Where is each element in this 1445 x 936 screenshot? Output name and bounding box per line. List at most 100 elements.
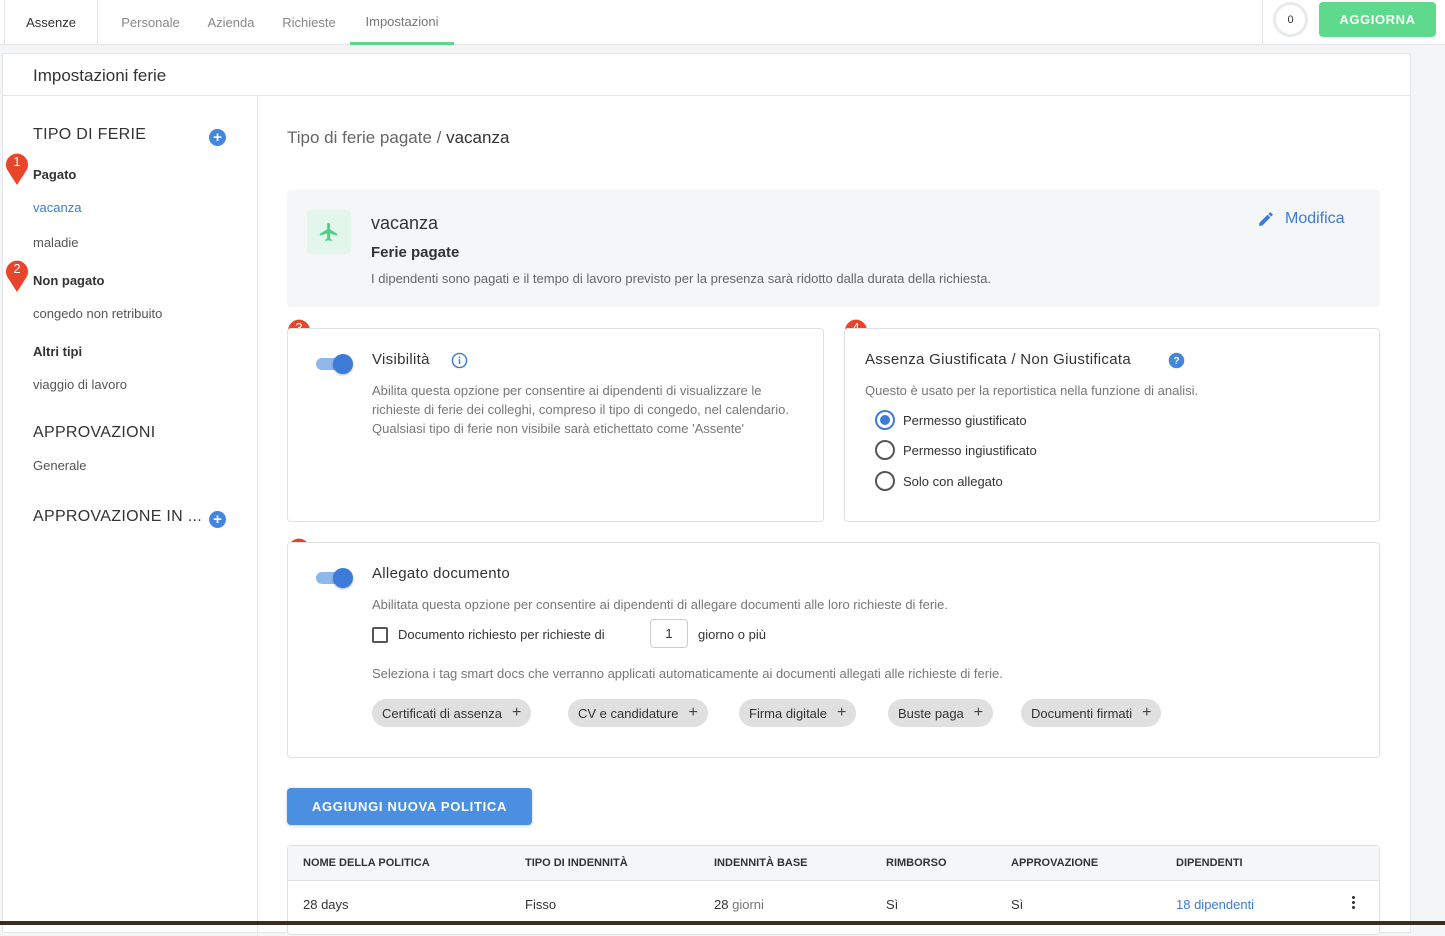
tag-chip[interactable]: Buste paga + xyxy=(888,699,994,727)
info-icon[interactable] xyxy=(451,352,468,369)
breadcrumb-parent: Tipo di ferie pagate / xyxy=(287,128,442,147)
marker-pin-icon: 2 xyxy=(5,258,29,292)
radio-solo-allegato[interactable]: Solo con allegato xyxy=(875,471,1003,491)
airplane-icon xyxy=(307,210,351,254)
radio-permesso-giustificato[interactable]: Permesso giustificato xyxy=(875,410,1027,430)
notification-counter[interactable]: 0 xyxy=(1273,2,1308,37)
more-options-icon[interactable] xyxy=(1351,895,1357,911)
visibility-card: Visibilità Abilita questa opzione per co… xyxy=(287,328,824,522)
breadcrumb: Tipo di ferie pagate / vacanza xyxy=(287,128,509,148)
visibility-title: Visibilità xyxy=(372,351,430,368)
required-document-label: Documento richiesto per richieste di xyxy=(398,627,605,642)
add-leave-type-icon[interactable]: + xyxy=(209,129,226,146)
justification-description: Questo è usato per la reportistica nella… xyxy=(865,383,1199,398)
radio-label: Permesso ingiustificato xyxy=(903,442,1037,458)
attachment-description: Abilitata questa opzione per consentire … xyxy=(372,597,948,612)
edit-label: Modifica xyxy=(1285,210,1345,227)
tag-chip[interactable]: Documenti firmati + xyxy=(1021,699,1162,727)
base-unit: giorni xyxy=(732,897,764,912)
sidebar-section-leave-types: TIPO DI FERIE xyxy=(33,126,147,143)
justification-title: Assenza Giustificata / Non Giustificata xyxy=(865,351,1131,368)
add-policy-button[interactable]: AGGIUNGI NUOVA POLITICA xyxy=(287,788,532,825)
policy-refund: Sì xyxy=(886,897,899,912)
radio-button[interactable] xyxy=(875,410,895,430)
tab-azienda[interactable]: Azienda xyxy=(200,0,262,45)
tag-chip[interactable]: Firma digitale + xyxy=(739,699,857,727)
plus-icon: + xyxy=(511,704,522,721)
policy-name: 28 days xyxy=(303,897,349,912)
column-header[interactable]: APPROVAZIONE xyxy=(1011,857,1098,869)
tag-label: Firma digitale xyxy=(749,705,828,721)
plus-icon: + xyxy=(837,704,847,721)
sidebar-item-maladie[interactable]: maladie xyxy=(33,235,79,250)
pencil-icon xyxy=(1259,212,1273,226)
column-header[interactable]: NOME DELLA POLITICA xyxy=(303,857,430,869)
radio-label: Permesso giustificato xyxy=(903,412,1027,428)
tags-description: Seleziona i tag smart docs che verranno … xyxy=(372,666,1003,681)
marker-number: 2 xyxy=(13,261,21,276)
add-approval-icon[interactable]: + xyxy=(209,511,226,528)
radio-button[interactable] xyxy=(875,471,895,491)
sidebar-item-generale[interactable]: Generale xyxy=(33,458,86,473)
required-document-checkbox[interactable] xyxy=(372,627,388,643)
marker-pin-icon: 1 xyxy=(5,151,29,185)
sidebar-item-vacanza[interactable]: vacanza xyxy=(33,200,81,215)
leave-type-category: Ferie pagate xyxy=(371,244,460,261)
attachment-toggle[interactable] xyxy=(316,568,353,588)
radio-permesso-ingiustificato[interactable]: Permesso ingiustificato xyxy=(875,440,1037,460)
days-suffix: giorno o più xyxy=(698,627,766,642)
top-navigation-bar: Assenze Personale Azienda Richieste Impo… xyxy=(0,0,1445,45)
attachment-card: Allegato documento Abilitata questa opzi… xyxy=(287,542,1380,758)
sidebar-category-unpaid: Non pagato xyxy=(33,273,105,288)
plus-icon: + xyxy=(973,704,984,721)
radio-button[interactable] xyxy=(875,440,895,460)
svg-text:?: ? xyxy=(1173,356,1179,367)
leave-type-summary: vacanza Ferie pagate I dipendenti sono p… xyxy=(287,190,1380,307)
days-input[interactable]: 1 xyxy=(650,619,688,648)
sidebar-section-approvals: APPROVAZIONI xyxy=(33,424,156,441)
tag-label: Documenti firmati xyxy=(1031,705,1133,721)
help-icon[interactable]: ? xyxy=(1168,352,1185,369)
tab-impostazioni[interactable]: Impostazioni xyxy=(350,0,454,45)
sidebar-item-viaggio[interactable]: viaggio di lavoro xyxy=(33,377,127,392)
bottom-edge xyxy=(0,921,1445,925)
tag-label: CV e candidature xyxy=(578,705,679,721)
justification-card: Assenza Giustificata / Non Giustificata … xyxy=(844,328,1380,522)
leave-type-name: vacanza xyxy=(371,213,439,233)
tag-chip[interactable]: CV e candidature + xyxy=(568,699,708,727)
column-header[interactable]: RIMBORSO xyxy=(886,857,947,869)
sidebar-section-approval-in: APPROVAZIONE IN ... xyxy=(33,508,202,525)
column-header[interactable]: INDENNITÀ BASE xyxy=(714,857,808,869)
sidebar: TIPO DI FERIE + Pagato vacanza maladie N… xyxy=(3,96,258,936)
policy-base: 28 giorni xyxy=(714,897,764,912)
column-header[interactable]: DIPENDENTI xyxy=(1176,857,1243,869)
policy-type: Fisso xyxy=(525,897,557,912)
plus-icon: + xyxy=(1142,704,1152,721)
visibility-toggle[interactable] xyxy=(316,354,353,374)
column-header[interactable]: TIPO DI INDENNITÀ xyxy=(525,857,628,869)
tab-personale[interactable]: Personale xyxy=(113,0,188,45)
radio-label: Solo con allegato xyxy=(903,473,1003,489)
tag-label: Certificati di assenza xyxy=(382,705,502,721)
visibility-description: Abilita questa opzione per consentire ai… xyxy=(372,383,789,436)
plus-icon: + xyxy=(688,704,698,721)
sidebar-category-paid: Pagato xyxy=(33,167,77,182)
leave-type-description: I dipendenti sono pagati e il tempo di l… xyxy=(371,271,992,286)
tag-chip[interactable]: Certificati di assenza + xyxy=(372,699,532,727)
update-button[interactable]: AGGIORNA xyxy=(1319,2,1436,37)
tag-label: Buste paga xyxy=(898,705,964,721)
table-header: NOME DELLA POLITICA TIPO DI INDENNITÀ IN… xyxy=(288,846,1379,881)
page-title: Impostazioni ferie xyxy=(33,66,167,85)
employees-link[interactable]: 18 dipendenti xyxy=(1176,897,1254,912)
attachment-title: Allegato documento xyxy=(372,565,510,582)
sidebar-item-congedo[interactable]: congedo non retribuito xyxy=(33,306,162,321)
marker-number: 1 xyxy=(13,154,21,169)
breadcrumb-current: vacanza xyxy=(446,128,510,147)
policy-approval: Sì xyxy=(1011,897,1024,912)
edit-button[interactable]: Modifica xyxy=(1257,210,1345,228)
tab-assenze[interactable]: Assenze xyxy=(4,0,98,45)
tab-richieste[interactable]: Richieste xyxy=(274,0,344,45)
divider xyxy=(1262,0,1263,45)
sidebar-category-other: Altri tipi xyxy=(33,344,83,359)
base-value: 28 xyxy=(714,897,729,912)
